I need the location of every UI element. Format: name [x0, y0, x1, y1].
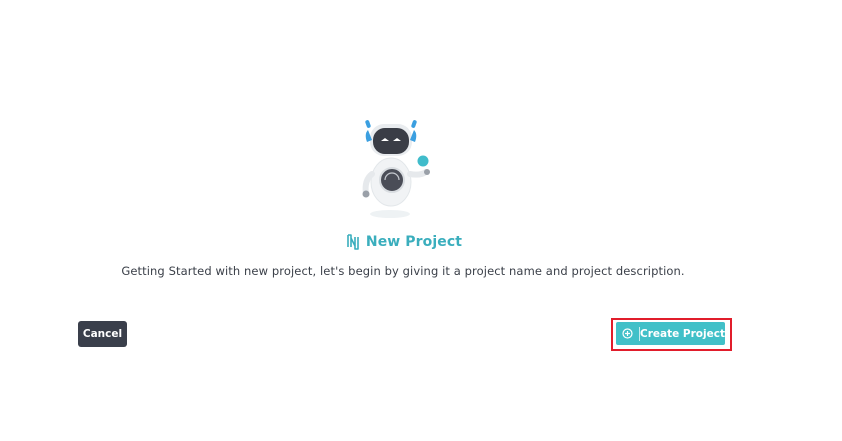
robot-mascot-illustration	[362, 120, 430, 218]
project-icon	[347, 234, 359, 250]
create-project-button[interactable]: Create Project	[616, 322, 725, 345]
cancel-button[interactable]: Cancel	[78, 321, 127, 347]
create-project-label: Create Project	[640, 327, 725, 340]
page-title-text: New Project	[365, 234, 463, 250]
page-title: New Project	[0, 234, 808, 250]
plus-circle-icon	[616, 322, 639, 345]
page-description: Getting Started with new project, let's …	[121, 264, 685, 278]
new-project-page: New Project Getting Started with new pro…	[0, 0, 842, 441]
